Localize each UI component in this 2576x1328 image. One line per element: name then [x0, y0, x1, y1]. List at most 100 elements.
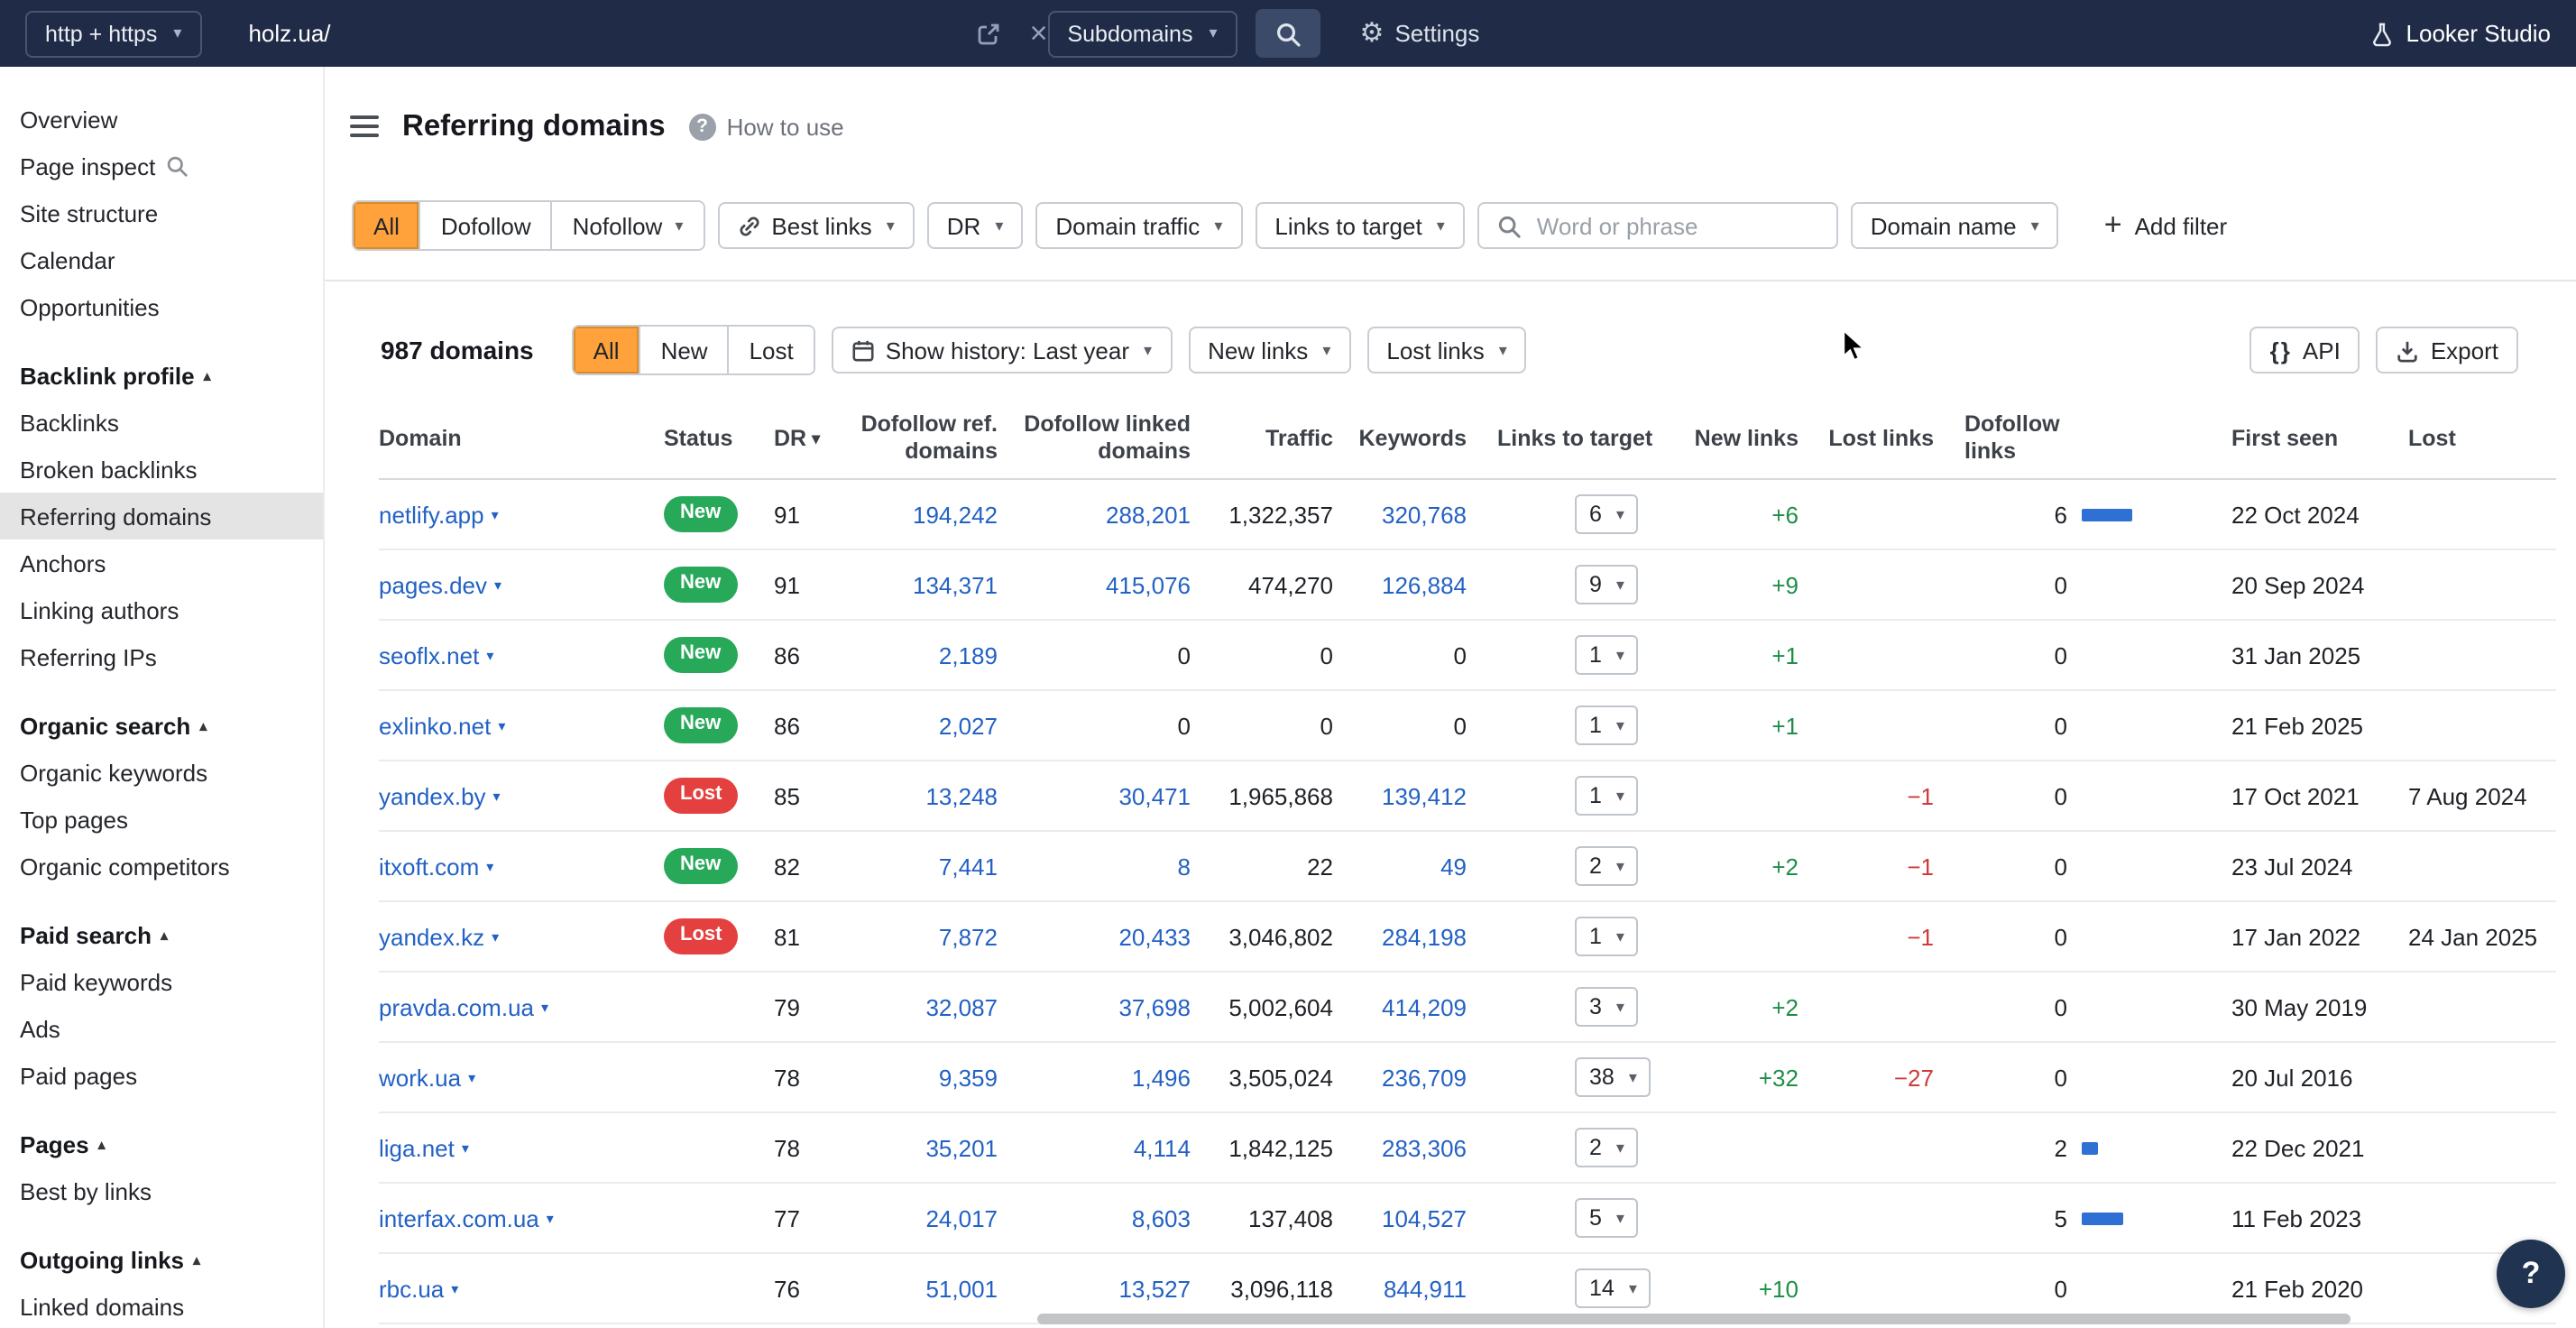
dofollow-ref-domains-link[interactable]: 35,201 — [925, 1134, 998, 1161]
dofollow-ref-domains-link[interactable]: 32,087 — [925, 993, 998, 1020]
dofollow-ref-domains-link[interactable]: 9,359 — [939, 1064, 998, 1091]
search-button[interactable] — [1256, 9, 1320, 58]
new-links-dropdown[interactable]: New links▾ — [1188, 327, 1350, 374]
dofollow-ref-domains-link[interactable]: 7,872 — [939, 923, 998, 950]
domain-link[interactable]: yandex.kz▾ — [379, 923, 499, 950]
sidebar-item-broken-backlinks[interactable]: Broken backlinks — [0, 446, 323, 493]
domain-name-dropdown[interactable]: Domain name ▾ — [1851, 202, 2059, 249]
domain-link[interactable]: pravda.com.ua▾ — [379, 993, 548, 1020]
dofollow-ref-domains-link[interactable]: 2,027 — [939, 712, 998, 739]
domain-link[interactable]: liga.net▾ — [379, 1134, 469, 1161]
url-input[interactable] — [244, 18, 786, 49]
dofollow-linked-domains-link[interactable]: 20,433 — [1118, 923, 1191, 950]
dofollow-linked-domains-link[interactable]: 8 — [1178, 853, 1191, 880]
how-to-use-link[interactable]: ? How to use — [689, 113, 844, 140]
keywords-link[interactable]: 104,527 — [1382, 1204, 1467, 1231]
domain-link[interactable]: seoflx.net▾ — [379, 641, 493, 669]
segment-all[interactable]: All — [574, 327, 639, 374]
column-header-new-links[interactable]: New links — [1687, 425, 1799, 452]
dofollow-linked-domains-link[interactable]: 30,471 — [1118, 782, 1191, 809]
domain-link[interactable]: interfax.com.ua▾ — [379, 1204, 554, 1231]
keywords-link[interactable]: 414,209 — [1382, 993, 1467, 1020]
sidebar-item-opportunities[interactable]: Opportunities — [0, 283, 323, 330]
clear-url-button[interactable]: × — [1030, 18, 1048, 49]
segment-all[interactable]: All — [354, 202, 419, 249]
keywords-link[interactable]: 0 — [1454, 641, 1467, 669]
sidebar-item-ads[interactable]: Ads — [0, 1005, 323, 1052]
column-header-lost-links[interactable]: Lost links — [1799, 425, 1934, 452]
column-header-status[interactable]: Status — [664, 425, 765, 452]
sidebar-item-organic-keywords[interactable]: Organic keywords — [0, 749, 323, 796]
links-to-target-dropdown[interactable]: 1▾ — [1575, 635, 1639, 675]
dofollow-ref-domains-link[interactable]: 24,017 — [925, 1204, 998, 1231]
open-in-new-tab-button[interactable] — [976, 21, 1001, 46]
domain-link[interactable]: netlify.app▾ — [379, 501, 499, 528]
links-to-target-dropdown[interactable]: 6▾ — [1575, 494, 1639, 534]
keywords-link[interactable]: 284,198 — [1382, 923, 1467, 950]
sidebar-section-backlink-profile[interactable]: Backlink profile▴ — [0, 352, 323, 399]
sidebar-item-best-by-links[interactable]: Best by links — [0, 1167, 323, 1214]
dofollow-ref-domains-link[interactable]: 2,189 — [939, 641, 998, 669]
api-button[interactable]: {} API — [2250, 327, 2360, 374]
export-button[interactable]: Export — [2377, 327, 2518, 374]
column-header-first-seen[interactable]: First seen — [2231, 425, 2408, 452]
sidebar-item-organic-competitors[interactable]: Organic competitors — [0, 843, 323, 890]
menu-icon[interactable] — [350, 115, 379, 137]
word-or-phrase-input[interactable] — [1533, 210, 1804, 241]
dofollow-linked-domains-link[interactable]: 1,496 — [1132, 1064, 1191, 1091]
domain-link[interactable]: pages.dev▾ — [379, 571, 501, 598]
column-header-keywords[interactable]: Keywords — [1333, 425, 1467, 452]
keywords-link[interactable]: 236,709 — [1382, 1064, 1467, 1091]
sidebar-item-backlinks[interactable]: Backlinks — [0, 399, 323, 446]
keywords-link[interactable]: 0 — [1454, 712, 1467, 739]
dofollow-linked-domains-link[interactable]: 37,698 — [1118, 993, 1191, 1020]
keywords-link[interactable]: 49 — [1440, 853, 1467, 880]
links-to-target-dropdown[interactable]: 1▾ — [1575, 706, 1639, 745]
sidebar-section-organic-search[interactable]: Organic search▴ — [0, 702, 323, 749]
sidebar-item-overview[interactable]: Overview — [0, 96, 323, 143]
segment-new[interactable]: New — [639, 327, 728, 374]
dofollow-linked-domains-link[interactable]: 4,114 — [1134, 1134, 1191, 1161]
filter-dr-dropdown[interactable]: DR▾ — [927, 202, 1024, 249]
domain-link[interactable]: rbc.ua▾ — [379, 1275, 458, 1302]
settings-button[interactable]: ⚙ Settings — [1349, 18, 1491, 49]
dofollow-ref-domains-link[interactable]: 194,242 — [913, 501, 998, 528]
sidebar-item-anchors[interactable]: Anchors — [0, 540, 323, 586]
keywords-link[interactable]: 283,306 — [1382, 1134, 1467, 1161]
column-header-domain[interactable]: Domain — [379, 425, 664, 452]
show-history-dropdown[interactable]: Show history: Last year ▾ — [832, 327, 1172, 374]
filter-links-to-target-dropdown[interactable]: Links to target▾ — [1255, 202, 1464, 249]
filter-best-links-dropdown[interactable]: Best links▾ — [717, 202, 914, 249]
domain-link[interactable]: exlinko.net▾ — [379, 712, 505, 739]
sidebar-item-top-pages[interactable]: Top pages — [0, 796, 323, 843]
dofollow-linked-domains-link[interactable]: 0 — [1178, 712, 1191, 739]
column-header-dofollow-links[interactable]: Dofollow links — [1934, 411, 2067, 466]
keywords-link[interactable]: 139,412 — [1382, 782, 1467, 809]
column-header-dofollow-ref-domains[interactable]: Dofollow ref. domains — [837, 411, 998, 466]
dofollow-linked-domains-link[interactable]: 288,201 — [1106, 501, 1191, 528]
links-to-target-dropdown[interactable]: 14▾ — [1575, 1268, 1651, 1308]
dofollow-linked-domains-link[interactable]: 8,603 — [1132, 1204, 1191, 1231]
domain-link[interactable]: itxoft.com▾ — [379, 853, 493, 880]
sidebar-item-page-inspect[interactable]: Page inspect — [0, 143, 323, 189]
domain-link[interactable]: work.ua▾ — [379, 1064, 475, 1091]
domain-link[interactable]: yandex.by▾ — [379, 782, 501, 809]
sidebar-item-linked-domains[interactable]: Linked domains — [0, 1283, 323, 1328]
links-to-target-dropdown[interactable]: 5▾ — [1575, 1198, 1639, 1238]
lost-links-dropdown[interactable]: Lost links▾ — [1366, 327, 1526, 374]
links-to-target-dropdown[interactable]: 2▾ — [1575, 1128, 1639, 1167]
links-to-target-dropdown[interactable]: 38▾ — [1575, 1057, 1651, 1097]
dofollow-linked-domains-link[interactable]: 415,076 — [1106, 571, 1191, 598]
column-header-links-to-target[interactable]: Links to target — [1467, 425, 1687, 452]
sidebar-item-referring-domains[interactable]: Referring domains — [0, 493, 323, 540]
protocol-dropdown[interactable]: http + https ▾ — [25, 10, 201, 57]
scope-dropdown[interactable]: Subdomains ▾ — [1047, 10, 1237, 57]
sidebar-item-linking-authors[interactable]: Linking authors — [0, 586, 323, 633]
dofollow-ref-domains-link[interactable]: 13,248 — [925, 782, 998, 809]
sidebar-item-referring-ips[interactable]: Referring IPs — [0, 633, 323, 680]
sidebar-item-calendar[interactable]: Calendar — [0, 236, 323, 283]
dofollow-ref-domains-link[interactable]: 7,441 — [939, 853, 998, 880]
dofollow-linked-domains-link[interactable]: 13,527 — [1118, 1275, 1191, 1302]
links-to-target-dropdown[interactable]: 1▾ — [1575, 776, 1639, 816]
sidebar-section-paid-search[interactable]: Paid search▴ — [0, 911, 323, 958]
